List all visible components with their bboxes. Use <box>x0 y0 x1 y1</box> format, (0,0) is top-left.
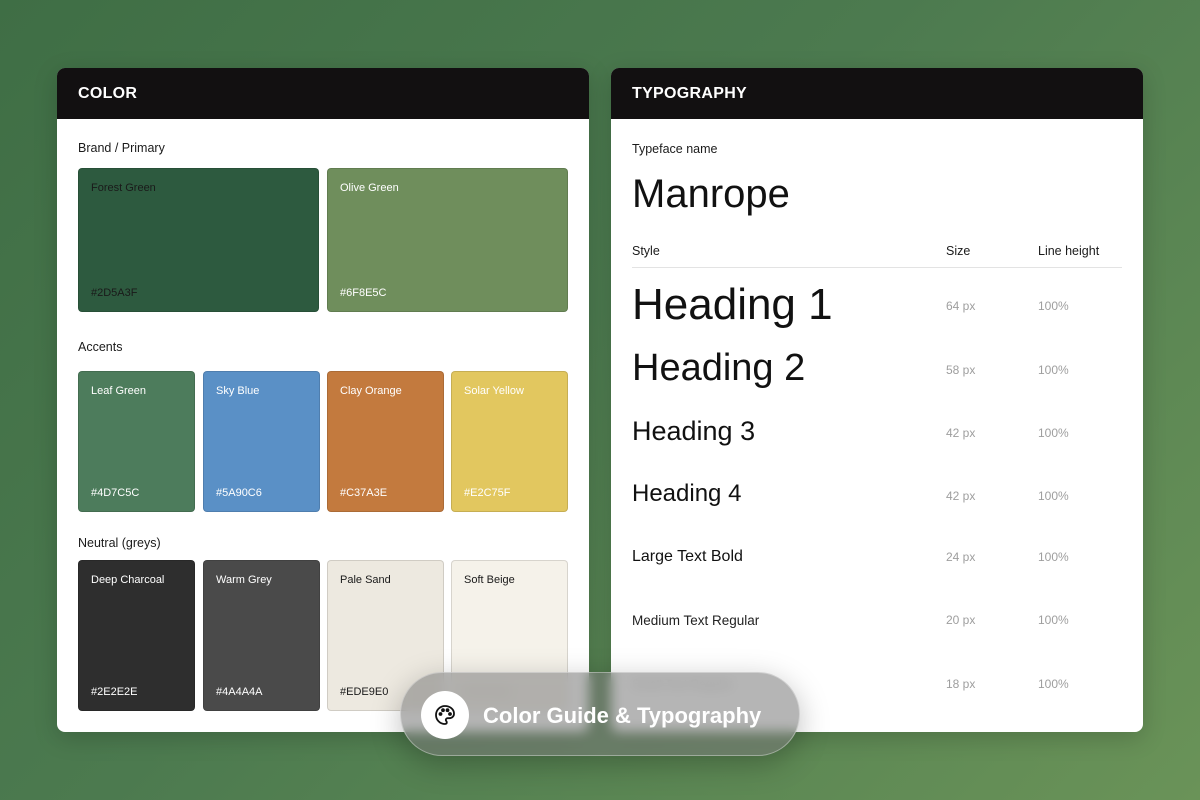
type-style-sample: Heading 2 <box>632 347 806 389</box>
color-panel: COLOR Brand / Primary Forest Green #2D5A… <box>57 68 589 732</box>
type-style-sample: Medium Text Regular <box>632 613 760 628</box>
neutral-section-label: Neutral (greys) <box>78 536 161 550</box>
type-size: 20 px <box>946 613 976 627</box>
swatch-warm-grey[interactable]: Warm Grey #4A4A4A <box>203 560 320 711</box>
type-style-sample: Heading 3 <box>632 416 756 446</box>
typeface-name: Manrope <box>632 172 790 216</box>
type-line-height: 100% <box>1038 677 1069 691</box>
type-line-height: 100% <box>1038 489 1069 503</box>
swatch-name: Solar Yellow <box>464 385 524 397</box>
column-header-line-height: Line height <box>1038 244 1100 258</box>
typography-panel-title: TYPOGRAPHY <box>611 68 1143 119</box>
swatch-name: Olive Green <box>340 182 399 194</box>
swatch-hex: #6F8E5C <box>340 287 387 299</box>
swatch-hex: #4A4A4A <box>216 686 263 698</box>
type-row-heading-4: Heading 4 42 px 100% <box>611 480 1143 514</box>
swatch-hex: #4D7C5C <box>91 487 140 499</box>
swatch-hex: #2E2E2E <box>91 686 138 698</box>
swatch-hex: #2D5A3F <box>91 287 138 299</box>
swatch-olive-green[interactable]: Olive Green #6F8E5C <box>327 168 568 312</box>
column-header-style: Style <box>632 244 660 258</box>
type-size: 58 px <box>946 363 976 377</box>
accents-section-label: Accents <box>78 340 123 354</box>
type-size: 24 px <box>946 550 976 564</box>
brand-section-label: Brand / Primary <box>78 141 165 155</box>
type-size: 64 px <box>946 299 976 313</box>
color-guide-badge: Color Guide & Typography <box>400 672 800 756</box>
swatch-hex: #E2C75F <box>464 487 511 499</box>
swatch-deep-charcoal[interactable]: Deep Charcoal #2E2E2E <box>78 560 195 711</box>
type-line-height: 100% <box>1038 613 1069 627</box>
type-style-sample: Heading 4 <box>632 480 742 507</box>
swatch-name: Forest Green <box>91 182 156 194</box>
swatch-clay-orange[interactable]: Clay Orange #C37A3E <box>327 371 444 512</box>
type-line-height: 100% <box>1038 426 1069 440</box>
swatch-sky-blue[interactable]: Sky Blue #5A90C6 <box>203 371 320 512</box>
swatch-name: Sky Blue <box>216 385 260 397</box>
swatch-name: Deep Charcoal <box>91 574 165 586</box>
type-style-sample: Large Text Bold <box>632 548 743 565</box>
swatch-leaf-green[interactable]: Leaf Green #4D7C5C <box>78 371 195 512</box>
type-row-heading-1: Heading 1 64 px 100% <box>611 280 1143 330</box>
swatch-name: Leaf Green <box>91 385 147 397</box>
swatch-forest-green[interactable]: Forest Green #2D5A3F <box>78 168 319 312</box>
swatch-hex: #EDE9E0 <box>340 686 389 698</box>
swatch-name: Clay Orange <box>340 385 402 397</box>
swatch-name: Warm Grey <box>216 574 272 586</box>
type-style-sample: Heading 1 <box>632 280 833 329</box>
type-line-height: 100% <box>1038 363 1069 377</box>
type-row-heading-2: Heading 2 58 px 100% <box>611 347 1143 393</box>
type-size: 42 px <box>946 426 976 440</box>
type-row-large-text-bold: Large Text Bold 24 px 100% <box>611 548 1143 572</box>
palette-icon <box>421 691 469 739</box>
header-divider <box>632 267 1122 268</box>
swatch-solar-yellow[interactable]: Solar Yellow #E2C75F <box>451 371 568 512</box>
type-row-heading-3: Heading 3 42 px 100% <box>611 416 1143 452</box>
type-row-medium-text-regular: Medium Text Regular 20 px 100% <box>611 613 1143 633</box>
color-panel-title: COLOR <box>57 68 589 119</box>
swatch-hex: #5A90C6 <box>216 487 262 499</box>
type-line-height: 100% <box>1038 299 1069 313</box>
swatch-hex: #C37A3E <box>340 487 388 499</box>
typeface-label: Typeface name <box>632 142 718 156</box>
type-line-height: 100% <box>1038 550 1069 564</box>
swatch-name: Soft Beige <box>464 574 515 586</box>
type-size: 18 px <box>946 677 976 691</box>
swatch-name: Pale Sand <box>340 574 391 586</box>
typography-panel: TYPOGRAPHY Typeface name Manrope Style S… <box>611 68 1143 732</box>
column-header-size: Size <box>946 244 971 258</box>
type-size: 42 px <box>946 489 976 503</box>
badge-label: Color Guide & Typography <box>483 703 762 728</box>
